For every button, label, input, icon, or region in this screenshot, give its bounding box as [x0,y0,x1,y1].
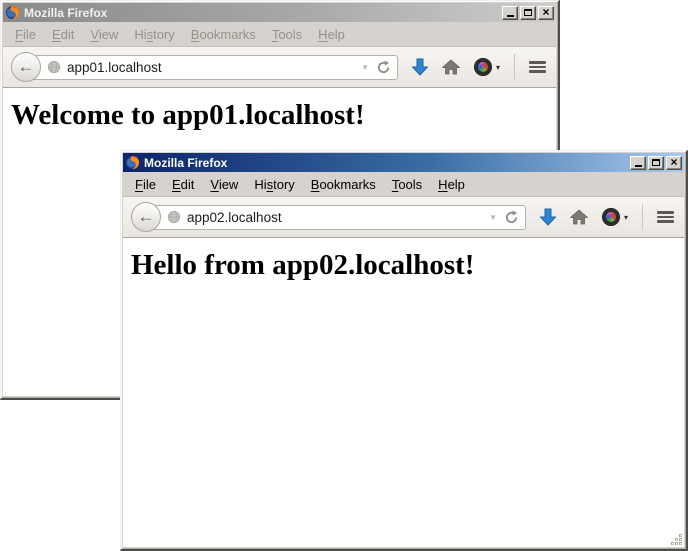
menu-item-file[interactable]: File [127,174,164,195]
site-identity-globe-icon [167,210,181,224]
color-wheel-icon [602,208,620,226]
close-button[interactable]: × [538,6,554,20]
menu-button[interactable] [657,211,674,223]
maximize-icon [524,9,532,16]
home-button[interactable] [442,59,460,75]
download-button[interactable] [412,58,428,76]
page-heading: Hello from app02.localhost! [131,249,676,282]
addon-caret-icon: ▾ [496,63,500,72]
menu-item-view[interactable]: View [202,174,246,195]
menu-item-help[interactable]: Help [430,174,473,195]
toolbar-separator [514,54,515,80]
close-icon: × [670,156,677,168]
back-arrow-icon: ← [18,57,35,77]
menu-item-help[interactable]: Help [310,24,353,45]
url-text: app01.localhost [67,60,356,75]
menu-item-history[interactable]: History [126,24,182,45]
menu-item-edit[interactable]: Edit [44,24,82,45]
toolbar-separator [642,204,643,230]
url-bar[interactable]: app02.localhost ▼ [146,205,526,230]
download-button[interactable] [540,208,556,226]
color-wheel-icon [474,58,492,76]
maximize-button[interactable] [648,156,664,170]
url-dropdown-icon[interactable]: ▼ [484,211,502,224]
firefox-logo-icon [5,5,20,20]
browser-window-app02: Mozilla Firefox × File Edit View History… [120,150,688,551]
maximize-icon [652,159,660,166]
menu-bar: File Edit View History Bookmarks Tools H… [3,22,556,47]
menu-item-history[interactable]: History [246,174,302,195]
back-button[interactable]: ← [131,202,161,232]
firefox-logo-icon [125,155,140,170]
back-arrow-icon: ← [138,207,155,227]
menu-button[interactable] [529,61,546,73]
addon-color-wheel-button[interactable]: ▾ [474,58,500,76]
reload-icon[interactable] [376,60,391,75]
toolbar-icons: ▾ [412,54,546,80]
minimize-button[interactable] [630,156,646,170]
menu-item-bookmarks[interactable]: Bookmarks [303,174,384,195]
menu-item-view[interactable]: View [82,24,126,45]
home-button[interactable] [570,209,588,225]
minimize-icon [635,165,642,167]
url-bar[interactable]: app01.localhost ▼ [26,55,398,80]
menu-item-bookmarks[interactable]: Bookmarks [183,24,264,45]
addon-caret-icon: ▾ [624,213,628,222]
site-identity-globe-icon [47,60,61,74]
url-text: app02.localhost [187,210,484,225]
menu-item-tools[interactable]: Tools [384,174,430,195]
navigation-toolbar: ← app02.localhost ▼ [123,197,684,238]
navigation-toolbar: ← app01.localhost ▼ [3,47,556,88]
page-content: Hello from app02.localhost! [123,238,684,547]
addon-color-wheel-button[interactable]: ▾ [602,208,628,226]
menu-bar: File Edit View History Bookmarks Tools H… [123,172,684,197]
window-title: Mozilla Firefox [24,6,500,20]
minimize-button[interactable] [502,6,518,20]
back-button[interactable]: ← [11,52,41,82]
page-heading: Welcome to app01.localhost! [11,99,548,132]
menu-item-file[interactable]: File [7,24,44,45]
titlebar[interactable]: Mozilla Firefox × [123,153,684,172]
toolbar-icons: ▾ [540,204,674,230]
titlebar[interactable]: Mozilla Firefox × [3,3,556,22]
menu-item-tools[interactable]: Tools [264,24,310,45]
window-title: Mozilla Firefox [144,156,628,170]
menu-item-edit[interactable]: Edit [164,174,202,195]
minimize-icon [507,15,514,17]
resize-grip-icon[interactable] [670,533,683,546]
maximize-button[interactable] [520,6,536,20]
url-dropdown-icon[interactable]: ▼ [356,61,374,74]
close-button[interactable]: × [666,156,682,170]
reload-icon[interactable] [504,210,519,225]
close-icon: × [542,6,549,18]
